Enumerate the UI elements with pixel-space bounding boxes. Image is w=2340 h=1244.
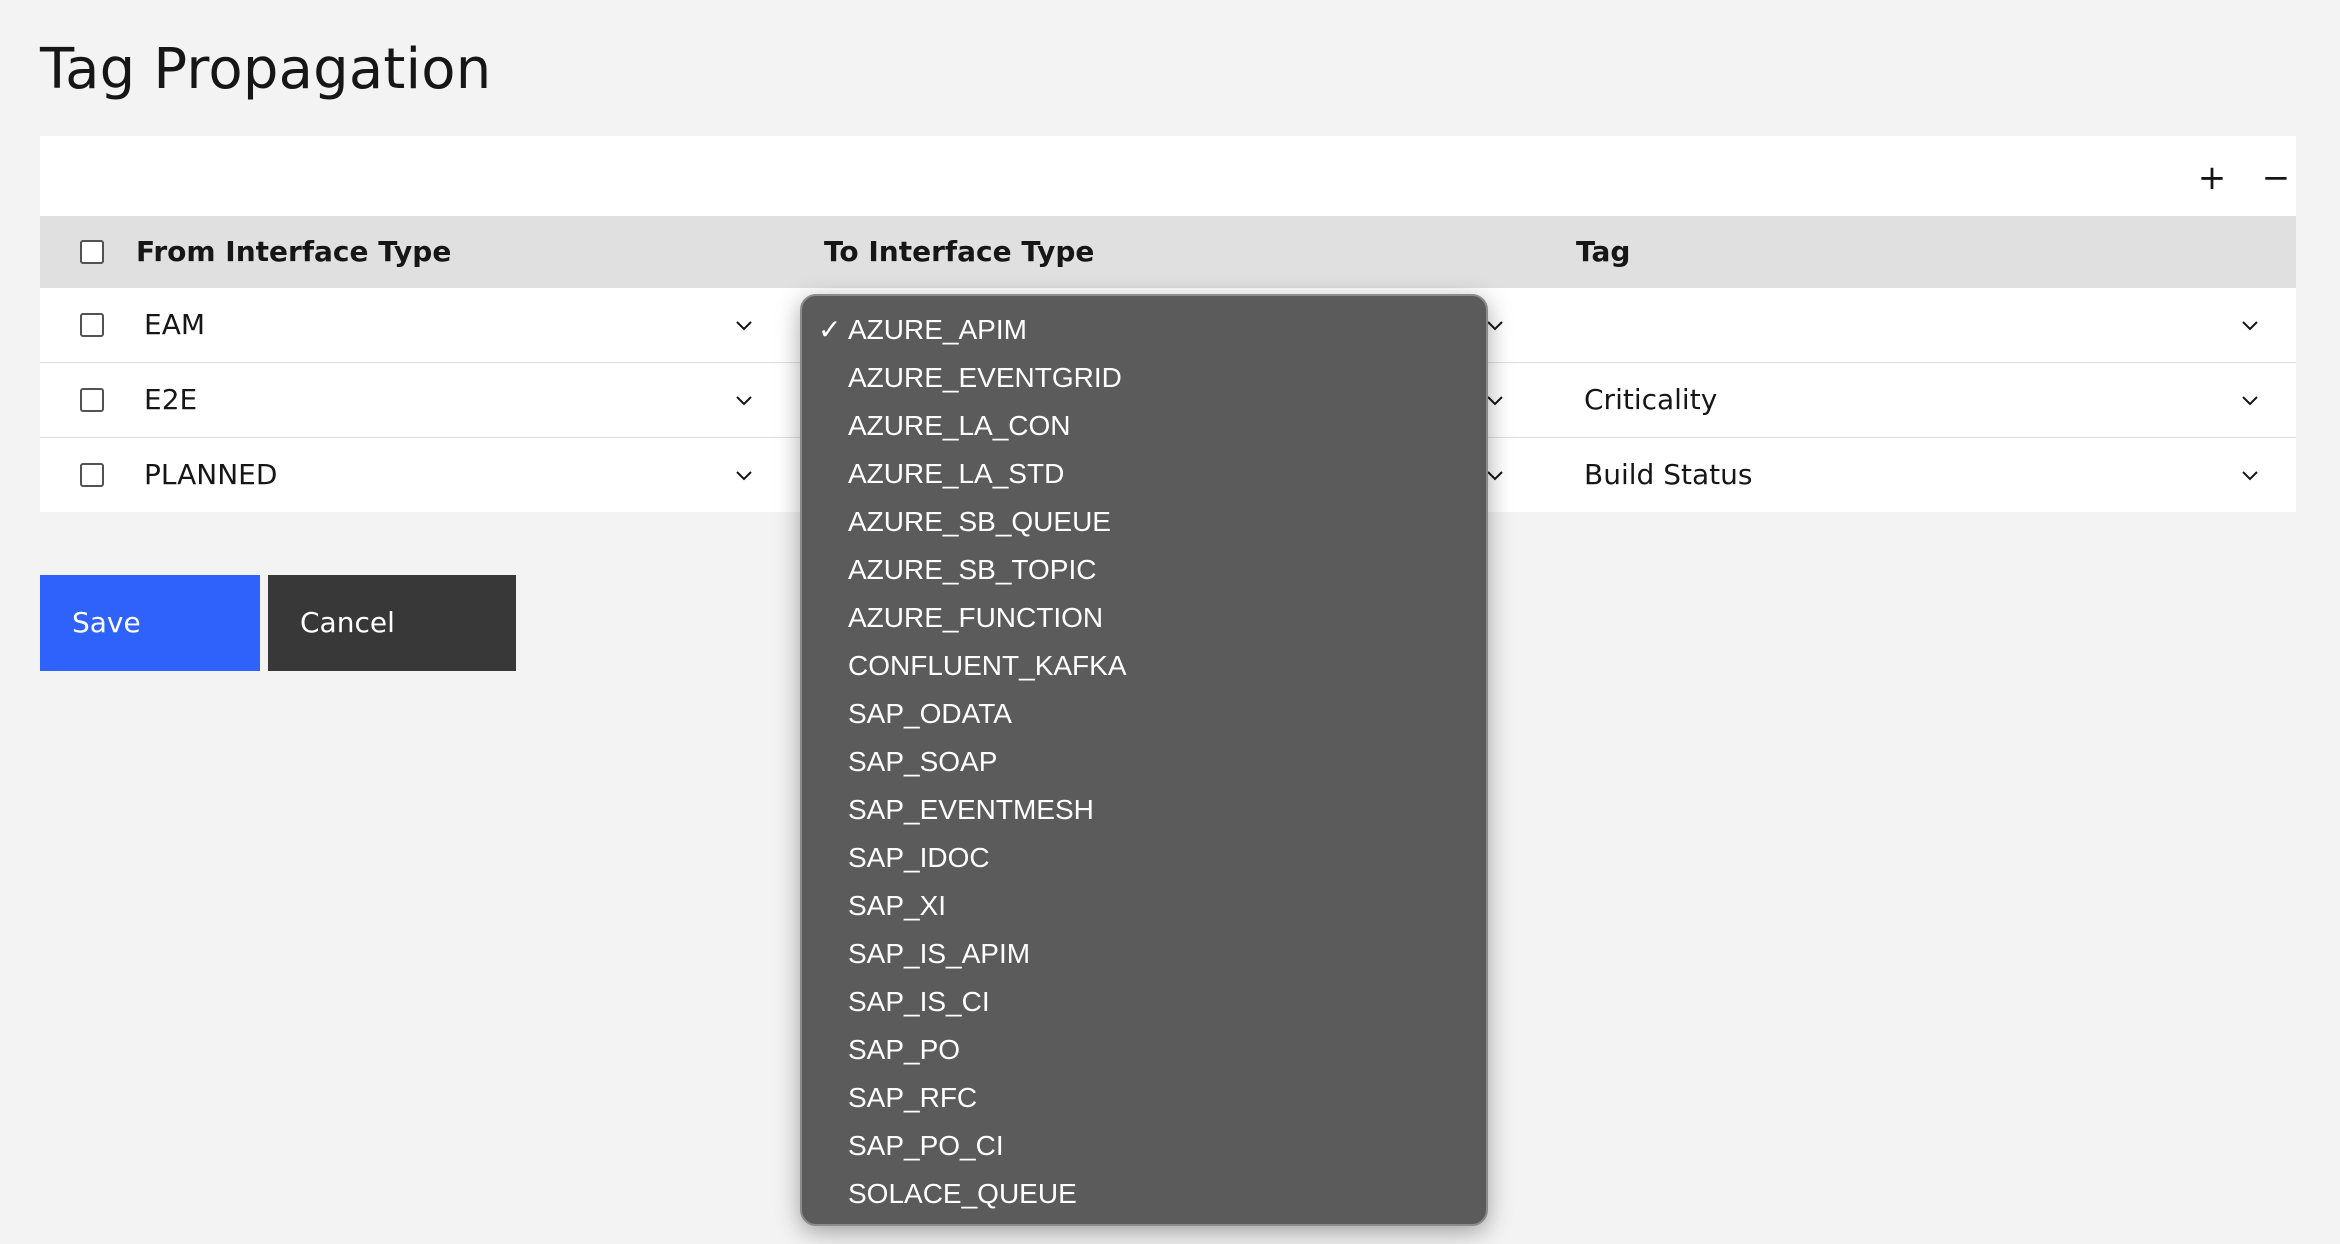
- dropdown-option[interactable]: AZURE_SB_QUEUE: [802, 498, 1486, 546]
- row-checkbox[interactable]: [80, 388, 104, 412]
- save-button[interactable]: Save: [40, 575, 260, 671]
- checkmark-icon: ✓: [818, 314, 842, 345]
- dropdown-option[interactable]: SOLACE_QUEUE: [802, 1170, 1486, 1218]
- dropdown-option[interactable]: AZURE_LA_STD: [802, 450, 1486, 498]
- dropdown-option[interactable]: AZURE_EVENTGRID: [802, 354, 1486, 402]
- dropdown-option[interactable]: SAP_IS_APIM: [802, 930, 1486, 978]
- chevron-down-icon: [2240, 390, 2260, 410]
- table-header-row: From Interface Type To Interface Type Ta…: [40, 216, 2296, 288]
- chevron-down-icon: [2240, 465, 2260, 485]
- dropdown-option[interactable]: ✓ AZURE_APIM: [802, 306, 1486, 354]
- column-header-tag: Tag: [1576, 235, 1631, 268]
- dropdown-option[interactable]: AZURE_LA_CON: [802, 402, 1486, 450]
- from-interface-select[interactable]: PLANNED: [144, 438, 277, 512]
- dropdown-option[interactable]: SAP_ODATA: [802, 690, 1486, 738]
- page-title: Tag Propagation: [40, 37, 492, 102]
- select-all-checkbox[interactable]: [80, 240, 104, 264]
- from-interface-select[interactable]: EAM: [144, 288, 205, 362]
- chevron-down-icon: [1485, 315, 1505, 335]
- dropdown-option[interactable]: SAP_IDOC: [802, 834, 1486, 882]
- dropdown-option[interactable]: SAP_XI: [802, 882, 1486, 930]
- dropdown-option[interactable]: SAP_SOAP: [802, 738, 1486, 786]
- dropdown-option[interactable]: CONFLUENT_KAFKA: [802, 642, 1486, 690]
- dropdown-option[interactable]: SAP_RFC: [802, 1074, 1486, 1122]
- dropdown-option[interactable]: SAP_EVENTMESH: [802, 786, 1486, 834]
- chevron-down-icon: [734, 465, 754, 485]
- chevron-down-icon: [734, 315, 754, 335]
- chevron-down-icon: [1485, 390, 1505, 410]
- dropdown-option[interactable]: SAP_IS_CI: [802, 978, 1486, 1026]
- to-interface-type-dropdown-menu: ✓ AZURE_APIM AZURE_EVENTGRID AZURE_LA_CON AZ…: [800, 294, 1488, 1226]
- from-interface-select[interactable]: E2E: [144, 363, 197, 437]
- column-header-to-interface-type: To Interface Type: [824, 235, 1095, 268]
- dropdown-option[interactable]: SAP_PO: [802, 1026, 1486, 1074]
- column-header-from-interface-type: From Interface Type: [136, 235, 452, 268]
- chevron-down-icon: [2240, 315, 2260, 335]
- table-toolbar: + −: [40, 136, 2296, 216]
- tag-select[interactable]: Criticality: [1584, 363, 1717, 437]
- row-checkbox[interactable]: [80, 463, 104, 487]
- dropdown-option[interactable]: AZURE_SB_TOPIC: [802, 546, 1486, 594]
- cancel-button[interactable]: Cancel: [268, 575, 516, 671]
- dropdown-option[interactable]: AZURE_FUNCTION: [802, 594, 1486, 642]
- row-checkbox[interactable]: [80, 313, 104, 337]
- add-row-button[interactable]: +: [2190, 156, 2234, 200]
- dropdown-option[interactable]: SAP_PO_CI: [802, 1122, 1486, 1170]
- remove-row-button[interactable]: −: [2254, 156, 2298, 200]
- tag-select[interactable]: Build Status: [1584, 438, 1752, 512]
- chevron-down-icon: [1485, 465, 1505, 485]
- chevron-down-icon: [734, 390, 754, 410]
